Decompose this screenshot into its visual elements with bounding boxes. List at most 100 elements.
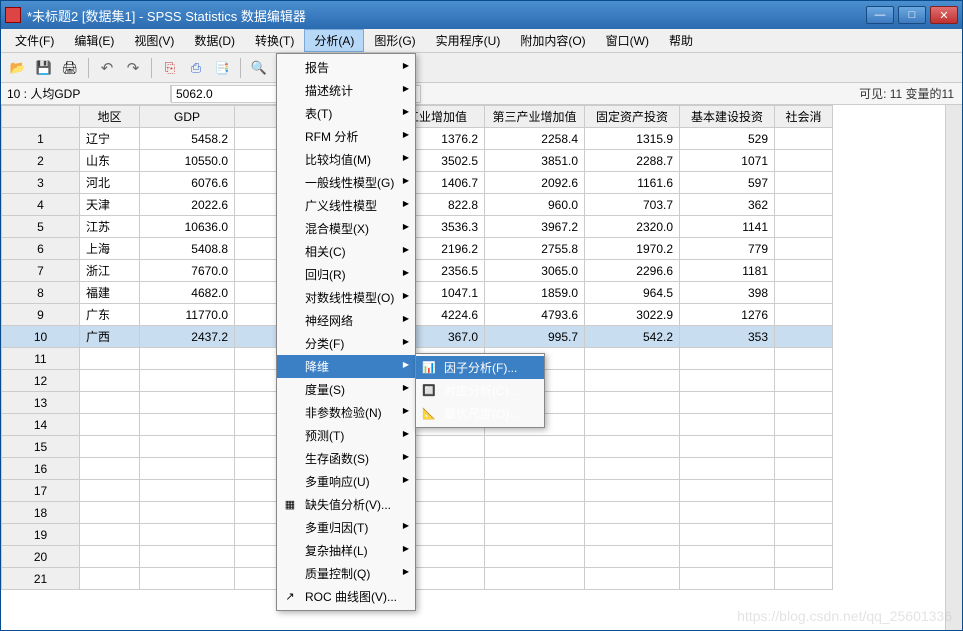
- col-header-gdp[interactable]: GDP: [140, 106, 235, 128]
- cell-gdp[interactable]: 7670.0: [140, 260, 235, 282]
- row-number[interactable]: 20: [2, 546, 80, 568]
- cell-tertiary[interactable]: 1859.0: [485, 282, 585, 304]
- dimred-item-corresp[interactable]: 对应分析(C)...🔲: [416, 379, 544, 402]
- row-number[interactable]: 19: [2, 524, 80, 546]
- table-row[interactable]: 8福建4682.0000000001047.11859.0964.5398: [2, 282, 833, 304]
- cell-social[interactable]: [775, 128, 833, 150]
- cell-fixed[interactable]: 3022.9: [585, 304, 680, 326]
- cell-fixed[interactable]: 542.2: [585, 326, 680, 348]
- cell-fixed[interactable]: 703.7: [585, 194, 680, 216]
- row-number[interactable]: 16: [2, 458, 80, 480]
- cell-tertiary[interactable]: 3967.2: [485, 216, 585, 238]
- variables-button[interactable]: 📑: [211, 57, 233, 79]
- table-row[interactable]: 1辽宁5458.20000000...1376.22258.41315.9529: [2, 128, 833, 150]
- analyze-item-rfm[interactable]: RFM 分析: [277, 125, 415, 148]
- cell-fixed[interactable]: 2320.0: [585, 216, 680, 238]
- row-number[interactable]: 8: [2, 282, 80, 304]
- cell-social[interactable]: [775, 326, 833, 348]
- table-row[interactable]: 20: [2, 546, 833, 568]
- row-number[interactable]: 18: [2, 502, 80, 524]
- analyze-item-survival[interactable]: 生存函数(S): [277, 447, 415, 470]
- cell-tertiary[interactable]: 2092.6: [485, 172, 585, 194]
- cell-region[interactable]: 山东: [80, 150, 140, 172]
- row-number[interactable]: 1: [2, 128, 80, 150]
- row-number[interactable]: 9: [2, 304, 80, 326]
- cell-social[interactable]: [775, 150, 833, 172]
- table-row[interactable]: 15: [2, 436, 833, 458]
- goto-case-button[interactable]: [159, 57, 181, 79]
- cell-gdp[interactable]: 6076.6: [140, 172, 235, 194]
- menu-utilities[interactable]: 实用程序(U): [426, 29, 511, 52]
- row-number[interactable]: 11: [2, 348, 80, 370]
- cell-infra[interactable]: 353: [680, 326, 775, 348]
- menu-data[interactable]: 数据(D): [184, 29, 245, 52]
- analyze-item-gzlm[interactable]: 广义线性模型: [277, 194, 415, 217]
- cell-infra[interactable]: 362: [680, 194, 775, 216]
- row-number[interactable]: 2: [2, 150, 80, 172]
- cell-social[interactable]: [775, 304, 833, 326]
- analyze-item-glm[interactable]: 一般线性模型(G): [277, 171, 415, 194]
- analyze-item-corr[interactable]: 相关(C): [277, 240, 415, 263]
- cell-gdp[interactable]: 10550.0: [140, 150, 235, 172]
- row-number[interactable]: 14: [2, 414, 80, 436]
- col-header-social[interactable]: 社会消: [775, 106, 833, 128]
- cell-gdp[interactable]: 5458.2: [140, 128, 235, 150]
- cell-fixed[interactable]: 2288.7: [585, 150, 680, 172]
- redo-button[interactable]: [122, 57, 144, 79]
- analyze-item-report[interactable]: 报告: [277, 56, 415, 79]
- cell-gdp[interactable]: 5408.8: [140, 238, 235, 260]
- col-header-tertiary[interactable]: 第三产业增加值: [485, 106, 585, 128]
- table-row[interactable]: 10广西2437.2367.0995.7542.2353: [2, 326, 833, 348]
- cell-infra[interactable]: 597: [680, 172, 775, 194]
- table-row[interactable]: 18: [2, 502, 833, 524]
- cell-region[interactable]: 河北: [80, 172, 140, 194]
- table-row[interactable]: 7浙江7670.0000000002356.53065.02296.61181: [2, 260, 833, 282]
- table-row[interactable]: 19: [2, 524, 833, 546]
- analyze-item-multresp[interactable]: 多重响应(U): [277, 470, 415, 493]
- analyze-item-compare[interactable]: 比较均值(M): [277, 148, 415, 171]
- minimize-button[interactable]: —: [866, 6, 894, 24]
- row-number[interactable]: 12: [2, 370, 80, 392]
- table-row[interactable]: 9广东11770.0000000004224.64793.63022.91276: [2, 304, 833, 326]
- table-row[interactable]: 17: [2, 480, 833, 502]
- cell-fixed[interactable]: 1315.9: [585, 128, 680, 150]
- analyze-item-forecast[interactable]: 预测(T): [277, 424, 415, 447]
- row-number[interactable]: 17: [2, 480, 80, 502]
- menu-help[interactable]: 帮助: [659, 29, 703, 52]
- cell-infra[interactable]: 398: [680, 282, 775, 304]
- cell-social[interactable]: [775, 172, 833, 194]
- analyze-item-dimred[interactable]: 降维因子分析(F)...📊对应分析(C)...🔲最优尺度(O)...📐: [277, 355, 415, 378]
- row-number[interactable]: 13: [2, 392, 80, 414]
- cell-region[interactable]: 福建: [80, 282, 140, 304]
- analyze-item-qc[interactable]: 质量控制(Q): [277, 562, 415, 585]
- menu-graphs[interactable]: 图形(G): [364, 29, 425, 52]
- menu-analyze[interactable]: 分析(A): [304, 29, 364, 52]
- analyze-item-nn[interactable]: 神经网络: [277, 309, 415, 332]
- table-row[interactable]: 16: [2, 458, 833, 480]
- find-button[interactable]: [248, 57, 270, 79]
- col-header-infra[interactable]: 基本建设投资: [680, 106, 775, 128]
- cell-fixed[interactable]: 1970.2: [585, 238, 680, 260]
- cell-tertiary[interactable]: 960.0: [485, 194, 585, 216]
- cell-infra[interactable]: 1071: [680, 150, 775, 172]
- row-number[interactable]: 7: [2, 260, 80, 282]
- menu-edit[interactable]: 编辑(E): [64, 29, 124, 52]
- cell-tertiary[interactable]: 3065.0: [485, 260, 585, 282]
- col-header-fixed[interactable]: 固定资产投资: [585, 106, 680, 128]
- cell-region[interactable]: 江苏: [80, 216, 140, 238]
- analyze-item-classify[interactable]: 分类(F): [277, 332, 415, 355]
- cell-gdp[interactable]: 10636.0: [140, 216, 235, 238]
- menu-window[interactable]: 窗口(W): [596, 29, 659, 52]
- analyze-item-loglin[interactable]: 对数线性模型(O): [277, 286, 415, 309]
- cell-fixed[interactable]: 2296.6: [585, 260, 680, 282]
- menu-file[interactable]: 文件(F): [5, 29, 64, 52]
- open-button[interactable]: [7, 57, 29, 79]
- print-button[interactable]: [59, 57, 81, 79]
- goto-var-button[interactable]: [185, 57, 207, 79]
- analyze-item-scale[interactable]: 度量(S): [277, 378, 415, 401]
- cell-region[interactable]: 浙江: [80, 260, 140, 282]
- cell-social[interactable]: [775, 238, 833, 260]
- analyze-item-missing[interactable]: 缺失值分析(V)...▦: [277, 493, 415, 516]
- save-button[interactable]: [33, 57, 55, 79]
- table-row[interactable]: 21: [2, 568, 833, 590]
